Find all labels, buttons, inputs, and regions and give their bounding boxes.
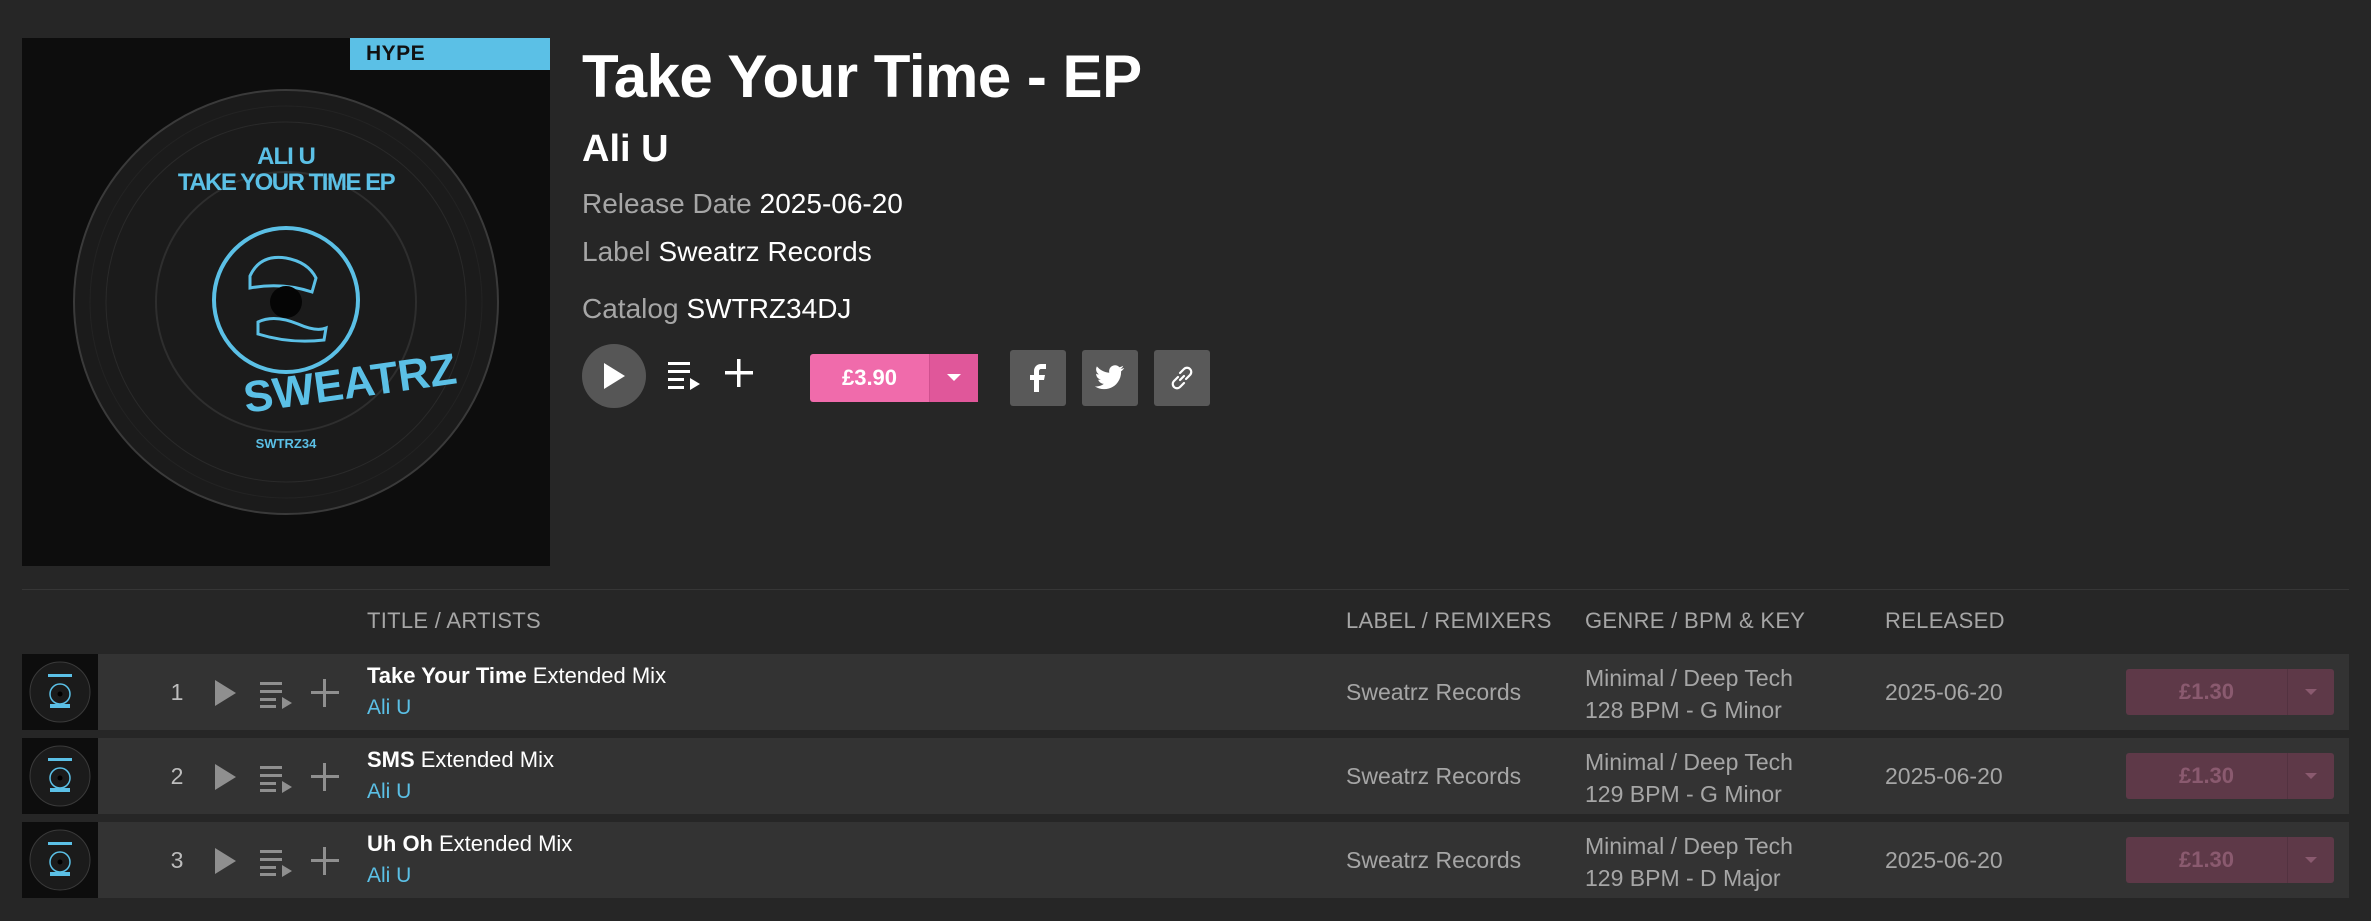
track-artist-link[interactable]: Ali U bbox=[367, 696, 411, 720]
buy-track-button[interactable]: £1.30 bbox=[2126, 753, 2334, 799]
track-art-icon bbox=[29, 661, 91, 723]
track-thumbnail[interactable] bbox=[22, 738, 98, 814]
track-price: £1.30 bbox=[2178, 847, 2235, 872]
catalog-row: Catalog SWTRZ34DJ bbox=[582, 290, 851, 328]
track-genre-link[interactable]: Minimal / Deep Tech bbox=[1585, 746, 1793, 778]
label-link[interactable]: Sweatrz Records bbox=[659, 236, 872, 267]
track-price: £1.30 bbox=[2178, 679, 2235, 704]
buy-options-dropdown[interactable] bbox=[929, 354, 978, 402]
track-bpm-key: 129 BPM - D Major bbox=[1585, 865, 1781, 891]
copy-link-button[interactable] bbox=[1154, 350, 1210, 406]
chevron-down-icon bbox=[2305, 772, 2317, 779]
buy-track-button[interactable]: £1.30 bbox=[2126, 837, 2334, 883]
play-release-button[interactable] bbox=[582, 344, 646, 408]
track-bpm-key: 129 BPM - G Minor bbox=[1585, 781, 1782, 807]
column-header-title: TITLE / ARTISTS bbox=[367, 608, 542, 633]
label-label: Label bbox=[582, 236, 651, 267]
queue-track-button[interactable] bbox=[260, 848, 294, 878]
play-track-button[interactable] bbox=[212, 762, 238, 792]
track-genre-info: Minimal / Deep Tech 129 BPM - G Minor bbox=[1585, 746, 1793, 810]
track-mix: Extended Mix bbox=[439, 831, 573, 856]
track-number: 3 bbox=[170, 847, 184, 873]
track-art-icon bbox=[29, 745, 91, 807]
track-title: Uh Oh bbox=[367, 831, 433, 856]
add-release-button[interactable] bbox=[724, 358, 754, 388]
track-genre-info: Minimal / Deep Tech 129 BPM - D Major bbox=[1585, 830, 1793, 894]
cover-artist-text: ALI U bbox=[257, 143, 315, 170]
release-cover-art: ALI U TAKE YOUR TIME EP SWEATRZ SWTRZ34 … bbox=[22, 38, 550, 566]
track-row: 2 SMS Extended Mix Ali U Sweatrz Records … bbox=[22, 738, 2349, 814]
chevron-down-icon bbox=[2305, 688, 2317, 695]
section-divider bbox=[22, 589, 2349, 590]
track-title: SMS bbox=[367, 747, 415, 772]
twitter-icon bbox=[1095, 365, 1125, 390]
release-title: Take Your Time - EP bbox=[582, 43, 1142, 110]
track-artist-link[interactable]: Ali U bbox=[367, 864, 411, 888]
share-twitter-button[interactable] bbox=[1082, 350, 1138, 406]
play-track-button[interactable] bbox=[212, 846, 238, 876]
release-date-label: Release Date bbox=[582, 188, 752, 219]
release-artist-link[interactable]: Ali U bbox=[582, 124, 669, 174]
track-mix: Extended Mix bbox=[532, 663, 667, 688]
track-label-link[interactable]: Sweatrz Records bbox=[1346, 822, 1521, 898]
label-row: Label Sweatrz Records bbox=[582, 233, 872, 271]
track-buy-options-dropdown[interactable] bbox=[2287, 837, 2334, 883]
track-row: 3 Uh Oh Extended Mix Ali U Sweatrz Record… bbox=[22, 822, 2349, 898]
track-title-link[interactable]: SMS Extended Mix bbox=[367, 746, 554, 774]
cover-title-text: TAKE YOUR TIME EP bbox=[178, 169, 396, 196]
track-mix: Extended Mix bbox=[420, 747, 554, 772]
buy-release-button[interactable]: £3.90 bbox=[810, 354, 978, 402]
track-buy-options-dropdown[interactable] bbox=[2287, 753, 2334, 799]
track-title: Take Your Time bbox=[367, 663, 527, 688]
track-release-date: 2025-06-20 bbox=[1885, 763, 2003, 789]
cover-catalog-text: SWTRZ34 bbox=[256, 436, 317, 451]
track-bpm-key: 128 BPM - G Minor bbox=[1585, 697, 1782, 723]
share-facebook-button[interactable] bbox=[1010, 350, 1066, 406]
track-release-date: 2025-06-20 bbox=[1885, 847, 2003, 873]
track-label-link[interactable]: Sweatrz Records bbox=[1346, 738, 1521, 814]
track-price: £1.30 bbox=[2178, 763, 2235, 788]
release-price: £3.90 bbox=[841, 365, 898, 390]
link-icon bbox=[1171, 366, 1193, 390]
track-label-link[interactable]: Sweatrz Records bbox=[1346, 654, 1521, 730]
vinyl-record-art: ALI U TAKE YOUR TIME EP SWEATRZ SWTRZ34 bbox=[73, 89, 499, 515]
release-date-value: 2025-06-20 bbox=[759, 188, 903, 219]
column-header-label: LABEL / REMIXERS bbox=[1346, 608, 1552, 633]
track-number: 2 bbox=[170, 763, 184, 789]
track-art-icon bbox=[29, 829, 91, 891]
hype-badge: HYPE bbox=[350, 38, 550, 70]
play-track-button[interactable] bbox=[212, 678, 238, 708]
add-track-button[interactable] bbox=[310, 846, 340, 876]
play-icon bbox=[604, 363, 625, 389]
track-genre-link[interactable]: Minimal / Deep Tech bbox=[1585, 662, 1793, 694]
release-date-row: Release Date 2025-06-20 bbox=[582, 185, 903, 223]
queue-release-button[interactable] bbox=[668, 360, 702, 392]
track-number: 1 bbox=[170, 679, 184, 705]
column-header-genre: GENRE / BPM & KEY bbox=[1585, 608, 1806, 633]
facebook-icon bbox=[1030, 364, 1046, 392]
queue-track-button[interactable] bbox=[260, 764, 294, 794]
track-genre-link[interactable]: Minimal / Deep Tech bbox=[1585, 830, 1793, 862]
add-track-button[interactable] bbox=[310, 678, 340, 708]
track-artist-link[interactable]: Ali U bbox=[367, 780, 411, 804]
track-buy-options-dropdown[interactable] bbox=[2287, 669, 2334, 715]
add-track-button[interactable] bbox=[310, 762, 340, 792]
track-thumbnail[interactable] bbox=[22, 822, 98, 898]
track-thumbnail[interactable] bbox=[22, 654, 98, 730]
track-title-link[interactable]: Uh Oh Extended Mix bbox=[367, 830, 572, 858]
column-header-released: RELEASED bbox=[1885, 608, 2005, 633]
queue-track-button[interactable] bbox=[260, 680, 294, 710]
catalog-label: Catalog bbox=[582, 293, 679, 324]
track-title-link[interactable]: Take Your Time Extended Mix bbox=[367, 662, 666, 690]
chevron-down-icon bbox=[947, 374, 961, 381]
buy-track-button[interactable]: £1.30 bbox=[2126, 669, 2334, 715]
catalog-value: SWTRZ34DJ bbox=[686, 293, 852, 324]
chevron-down-icon bbox=[2305, 856, 2317, 863]
track-genre-info: Minimal / Deep Tech 128 BPM - G Minor bbox=[1585, 662, 1793, 726]
track-release-date: 2025-06-20 bbox=[1885, 679, 2003, 705]
track-row: 1 Take Your Time Extended Mix Ali U Sweat… bbox=[22, 654, 2349, 730]
